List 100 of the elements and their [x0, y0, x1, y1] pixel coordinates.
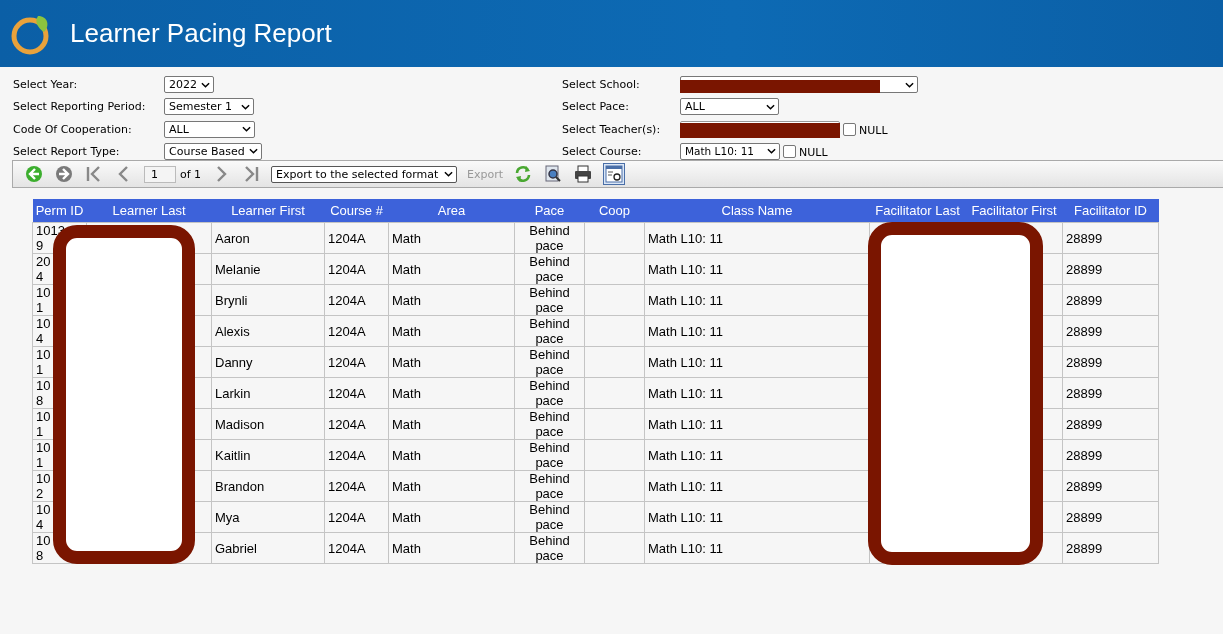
- table-cell: Math L10: 11: [648, 230, 723, 246]
- table-cell: Larkin: [215, 385, 251, 401]
- table-cell: Math L10: 11: [648, 261, 723, 277]
- column-header: Facilitator First: [965, 199, 1063, 223]
- table-cell: Math L10: 11: [648, 509, 723, 525]
- table-cell: Math L10: 11: [648, 292, 723, 308]
- table-cell: 1204A: [328, 261, 366, 277]
- table-cell: Math: [392, 292, 421, 308]
- table-cell: Math: [392, 447, 421, 463]
- dropdown[interactable]: 2022: [164, 76, 214, 94]
- table-cell: 1204A: [328, 509, 366, 525]
- filter-label: Select Teacher(s):: [562, 122, 662, 136]
- table-cell: Gabriel: [215, 540, 257, 556]
- filter-label: Select School:: [562, 78, 641, 92]
- dropdown[interactable]: Math L10: 11: [680, 142, 780, 160]
- table-cell: Mya: [215, 509, 240, 525]
- column-header: Area: [388, 199, 515, 223]
- table-cell: Math L10: 11: [648, 354, 723, 370]
- dropdown[interactable]: Course Based: [164, 142, 262, 160]
- column-header: Perm ID: [32, 199, 87, 223]
- table-cell: Behind pace: [529, 471, 570, 501]
- table-cell-text: 10 8: [36, 378, 52, 408]
- table-cell: 28899: [1066, 478, 1103, 494]
- table-cell: Behind pace: [529, 223, 570, 253]
- table-cell: 1204A: [328, 447, 366, 463]
- dropdown[interactable]: Export to the selected format: [271, 165, 458, 183]
- table-cell: Math: [392, 261, 421, 277]
- filter-label: Select Reporting Period:: [13, 100, 147, 114]
- table-cell: Math: [392, 354, 421, 370]
- dropdown[interactable]: ALL: [164, 120, 255, 138]
- filter-label: Select Pace:: [562, 100, 630, 114]
- table-cell: Math: [392, 540, 421, 556]
- table-cell: Behind pace: [529, 440, 570, 470]
- table-cell: 28899: [1066, 385, 1103, 401]
- table-cell: 28899: [1066, 261, 1103, 277]
- table-cell: Math L10: 11: [648, 478, 723, 494]
- filter-label: Select Year:: [13, 78, 79, 92]
- table-cell: Math L10: 11: [648, 385, 723, 401]
- table-cell: Behind pace: [529, 316, 570, 346]
- column-header: Coop: [584, 199, 645, 223]
- table-cell-text: 10 8: [36, 533, 52, 563]
- table-cell: 1204A: [328, 416, 366, 432]
- filter-label: Select Report Type:: [13, 144, 121, 158]
- table-cell: Behind pace: [529, 502, 570, 532]
- table-cell-text: 10 1: [36, 440, 52, 470]
- table-cell: Danny: [215, 354, 253, 370]
- table-cell: Kaitlin: [215, 447, 251, 463]
- table-cell-text: 10 4: [36, 316, 52, 346]
- dropdown[interactable]: Semester 1: [164, 98, 254, 116]
- table-cell: Math: [392, 416, 421, 432]
- table-cell: Behind pace: [529, 533, 570, 563]
- table-cell: 1204A: [328, 354, 366, 370]
- table-cell: Alexis: [215, 323, 250, 339]
- page-field[interactable]: 1: [144, 165, 176, 183]
- table-cell: 28899: [1066, 416, 1103, 432]
- column-header: Pace: [514, 199, 585, 223]
- table-cell: 28899: [1066, 354, 1103, 370]
- column-header: Learner First: [211, 199, 325, 223]
- column-header: Learner Last: [86, 199, 212, 223]
- column-header: Facilitator ID: [1062, 199, 1159, 223]
- table-cell: 28899: [1066, 323, 1103, 339]
- table-cell-text: 20 4: [36, 254, 52, 284]
- table-cell: Math: [392, 323, 421, 339]
- table-cell: Behind pace: [529, 378, 570, 408]
- table-cell-text: 10 4: [36, 502, 52, 532]
- page-title: Learner Pacing Report: [70, 18, 332, 49]
- column-header: Facilitator Last: [869, 199, 966, 223]
- table-cell: 28899: [1066, 447, 1103, 463]
- table-cell: 1204A: [328, 230, 366, 246]
- filter-label: Code Of Cooperation:: [13, 122, 133, 136]
- checkbox-label: NULL: [799, 146, 828, 160]
- table-cell-text: 10 1: [36, 409, 52, 439]
- table-cell: 1204A: [328, 323, 366, 339]
- filter-label: Select Course:: [562, 144, 643, 158]
- table-cell: Math L10: 11: [648, 416, 723, 432]
- table-cell: 28899: [1066, 292, 1103, 308]
- table-cell: Math: [392, 478, 421, 494]
- table-cell: Math L10: 11: [648, 323, 723, 339]
- table-cell-text: 10 1: [36, 347, 52, 377]
- dropdown[interactable]: ALL: [680, 98, 779, 116]
- table-cell: Brandon: [215, 478, 265, 494]
- table-cell: Madison: [215, 416, 265, 432]
- table-cell: 1204A: [328, 385, 366, 401]
- table-cell: 1204A: [328, 540, 366, 556]
- table-cell: Math L10: 11: [648, 540, 723, 556]
- column-header: Class Name: [644, 199, 870, 223]
- table-cell: Aaron: [215, 230, 250, 246]
- table-cell: 28899: [1066, 540, 1103, 556]
- table-cell: 1204A: [328, 478, 366, 494]
- table-cell: Brynli: [215, 292, 248, 308]
- table-cell: Behind pace: [529, 409, 570, 439]
- table-cell: Math: [392, 509, 421, 525]
- table-cell: Behind pace: [529, 254, 570, 284]
- checkbox-label: NULL: [859, 124, 888, 138]
- table-cell: 28899: [1066, 509, 1103, 525]
- table-cell-text: 10 2: [36, 471, 52, 501]
- table-cell: 28899: [1066, 230, 1103, 246]
- table-cell: Math L10: 11: [648, 447, 723, 463]
- table-cell: 1204A: [328, 292, 366, 308]
- table-cell: Melanie: [215, 261, 261, 277]
